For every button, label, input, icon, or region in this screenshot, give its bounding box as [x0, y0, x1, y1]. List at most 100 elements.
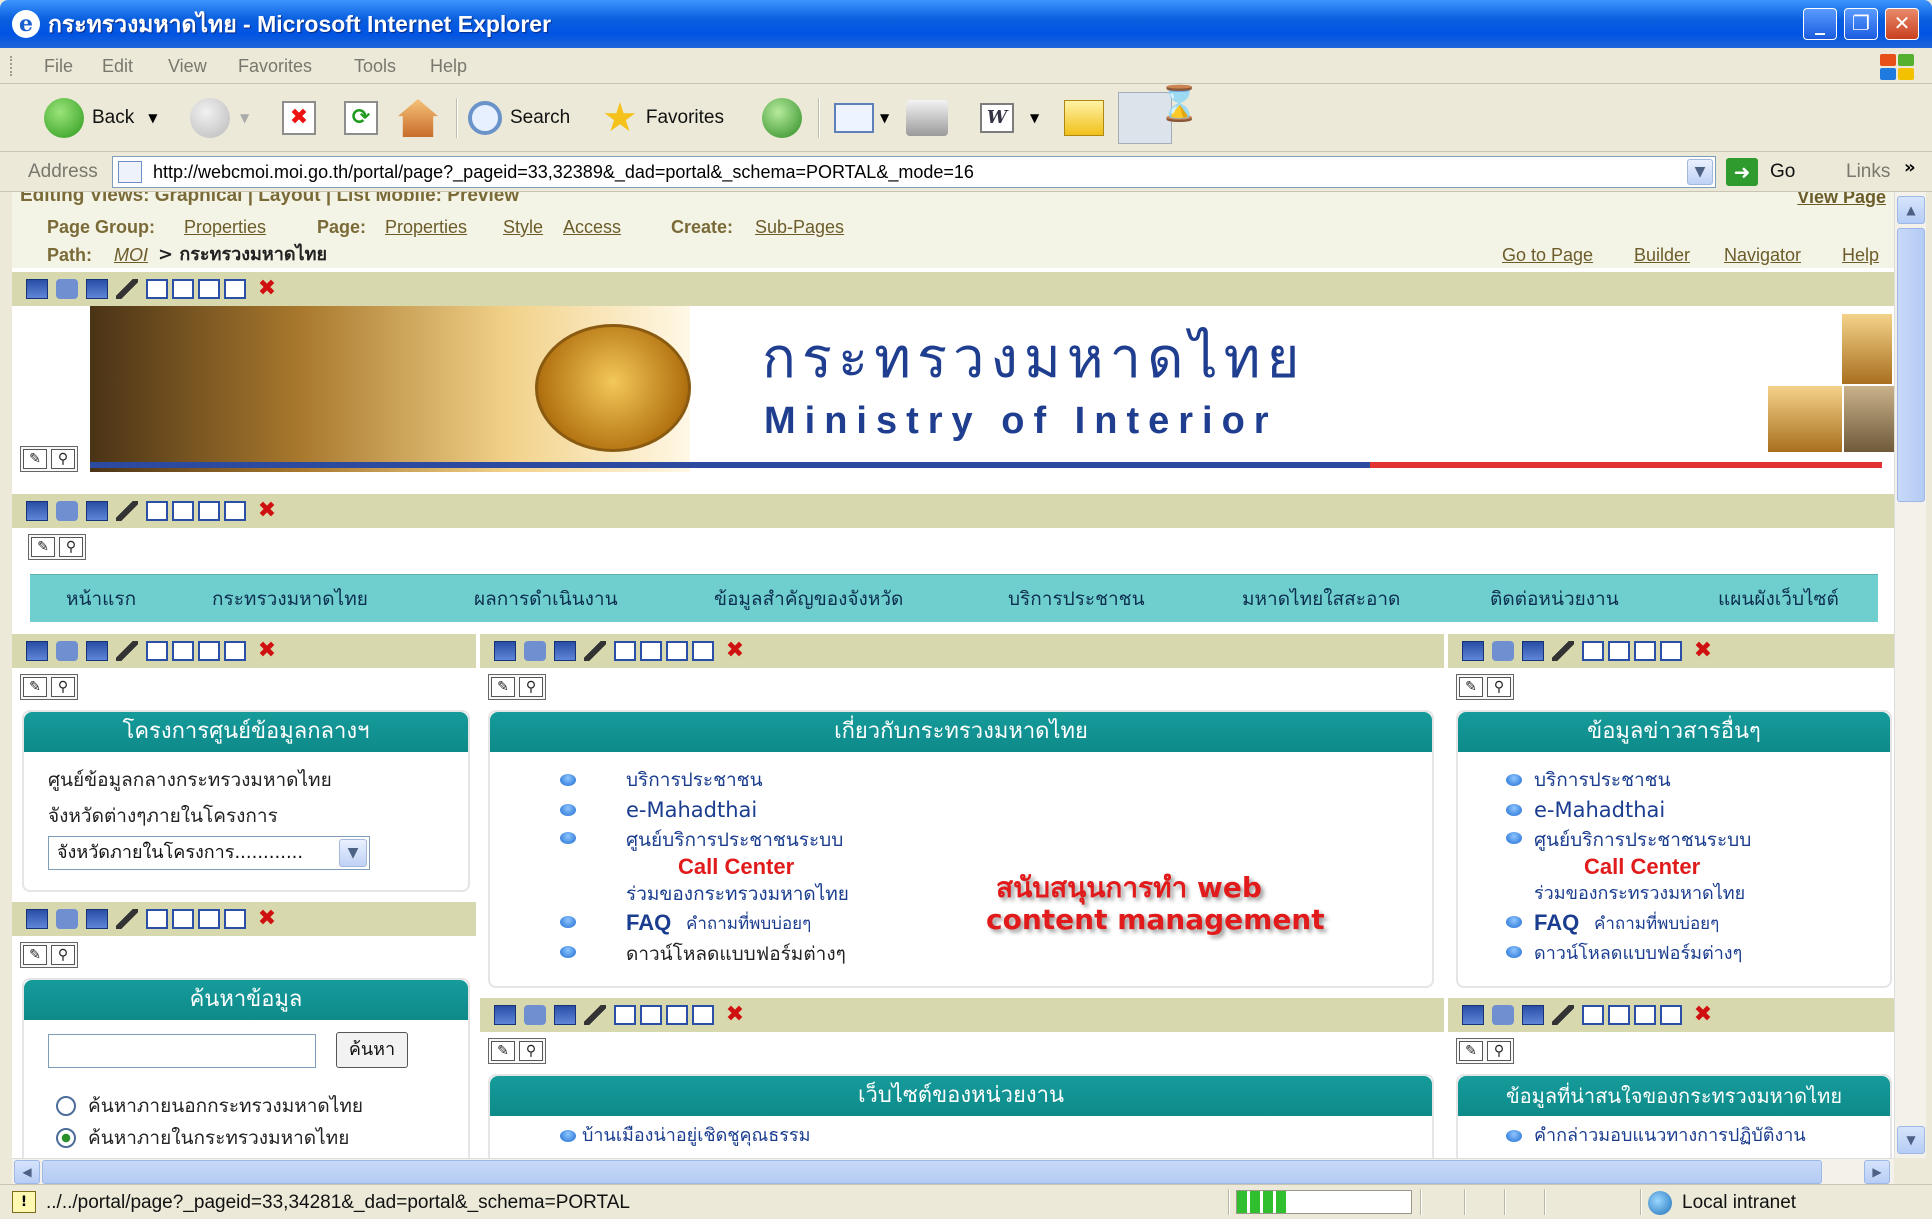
arrange-icon[interactable]: [86, 641, 108, 661]
home-button[interactable]: [398, 96, 438, 140]
discuss-button[interactable]: [1064, 96, 1104, 140]
radio-outside[interactable]: [56, 1096, 76, 1116]
add-region-icon[interactable]: [640, 1005, 662, 1025]
add-portlet-icon[interactable]: [494, 641, 516, 661]
edit-button[interactable]: W ▼: [980, 96, 1039, 140]
edit-link-icons[interactable]: ✎ ⚲: [20, 446, 78, 472]
add-portlet-icon[interactable]: [26, 279, 48, 299]
list-item[interactable]: ดาวน์โหลดแบบฟอร์มต่างๆ: [1534, 942, 1742, 966]
add-region-icon[interactable]: [614, 1005, 636, 1025]
add-region-above-icon[interactable]: [146, 279, 168, 299]
scroll-right-icon[interactable]: ▶: [1864, 1160, 1890, 1184]
search-input[interactable]: [48, 1034, 316, 1068]
menu-edit[interactable]: Edit: [102, 54, 133, 78]
scroll-left-icon[interactable]: ◀: [14, 1160, 40, 1184]
add-portlet-icon[interactable]: [494, 1005, 516, 1025]
add-portlet-icon[interactable]: [1462, 641, 1484, 661]
list-item[interactable]: คำถามที่พบบ่อยๆ: [686, 912, 811, 936]
add-item-icon[interactable]: [56, 641, 78, 661]
add-region-icon[interactable]: [146, 909, 168, 929]
delete-region-icon[interactable]: ✖: [1692, 640, 1714, 662]
add-portlet-icon[interactable]: [26, 641, 48, 661]
call-center-label[interactable]: Call Center: [1584, 854, 1700, 880]
add-region-icon[interactable]: [224, 641, 246, 661]
add-region-right-icon[interactable]: [224, 279, 246, 299]
scroll-thumb[interactable]: [1897, 228, 1925, 502]
back-button[interactable]: Back ▼: [44, 96, 157, 140]
list-item[interactable]: บริการประชาชน: [626, 768, 763, 792]
menu-favorites[interactable]: Favorites: [238, 54, 312, 78]
scroll-down-icon[interactable]: ▼: [1897, 1126, 1925, 1154]
minimize-button[interactable]: _: [1803, 8, 1837, 40]
scroll-up-icon[interactable]: ▲: [1897, 196, 1925, 224]
add-region-below-icon[interactable]: [172, 501, 194, 521]
add-region-icon[interactable]: [666, 641, 688, 661]
add-region-icon[interactable]: [1660, 641, 1682, 661]
edit-link-icons[interactable]: ✎ ⚲: [28, 534, 86, 560]
add-item-icon[interactable]: [524, 1005, 546, 1025]
add-region-icon[interactable]: [172, 641, 194, 661]
list-item[interactable]: บ้านเมืองน่าอยู่เชิดชูคุณธรรม: [582, 1124, 810, 1148]
nav-contact[interactable]: ติดต่อหน่วยงาน: [1490, 587, 1619, 611]
list-item[interactable]: คำกล่าวมอบแนวทางการปฏิบัติงาน: [1534, 1124, 1806, 1148]
chevron-down-icon[interactable]: ▼: [240, 111, 249, 125]
menu-help[interactable]: Help: [430, 54, 467, 78]
add-region-icon[interactable]: [1634, 1005, 1656, 1025]
province-select[interactable]: จังหวัดภายในโครงการ............ ▼: [48, 836, 370, 870]
menu-tools[interactable]: Tools: [354, 54, 396, 78]
edit-link-icons[interactable]: ✎ ⚲: [20, 942, 78, 968]
add-region-icon[interactable]: [172, 909, 194, 929]
add-region-right-icon[interactable]: [224, 501, 246, 521]
edit-icon[interactable]: [584, 1005, 606, 1025]
chevron-down-icon[interactable]: ▼: [880, 111, 889, 125]
add-region-icon[interactable]: [1634, 641, 1656, 661]
list-item[interactable]: บริการประชาชน: [1534, 768, 1671, 792]
call-center-label[interactable]: Call Center: [678, 854, 794, 880]
scroll-thumb[interactable]: [42, 1160, 1822, 1184]
edit-icon[interactable]: [116, 279, 138, 299]
list-item[interactable]: e-Mahadthai: [1534, 798, 1665, 822]
add-region-icon[interactable]: [666, 1005, 688, 1025]
forward-button[interactable]: ▼: [190, 96, 249, 140]
page-properties-link[interactable]: Properties: [385, 216, 467, 238]
search-button[interactable]: ค้นหา: [336, 1032, 408, 1068]
go-to-page-link[interactable]: Go to Page: [1502, 244, 1593, 266]
page-access-link[interactable]: Access: [563, 216, 621, 238]
help-link[interactable]: Help: [1842, 244, 1879, 266]
list-item[interactable]: คำถามที่พบบ่อยๆ: [1594, 912, 1719, 936]
nav-public-service[interactable]: บริการประชาชน: [1008, 587, 1145, 611]
favorites-button[interactable]: ★ Favorites: [602, 96, 724, 140]
restore-button[interactable]: ❐: [1844, 8, 1878, 40]
list-item[interactable]: e-Mahadthai: [626, 798, 757, 822]
view-page-link[interactable]: View Page: [1797, 192, 1886, 208]
delete-region-icon[interactable]: ✖: [256, 500, 278, 522]
nav-province-info[interactable]: ข้อมูลสำคัญของจังหวัด: [714, 587, 903, 611]
list-item[interactable]: ร่วมของกระทรวงมหาดไทย: [626, 882, 849, 906]
chevron-down-icon[interactable]: ▼: [148, 111, 157, 125]
edit-icon[interactable]: [116, 909, 138, 929]
add-region-icon[interactable]: [1582, 641, 1604, 661]
list-item[interactable]: ดาวน์โหลดแบบฟอร์มต่างๆ: [626, 942, 846, 966]
faq-link[interactable]: FAQ: [1534, 910, 1579, 936]
edit-icon[interactable]: [584, 641, 606, 661]
add-portlet-icon[interactable]: [26, 909, 48, 929]
arrange-icon[interactable]: [554, 1005, 576, 1025]
add-portlet-icon[interactable]: [26, 501, 48, 521]
edit-icon[interactable]: [116, 641, 138, 661]
edit-link-icons[interactable]: ✎ ⚲: [488, 1038, 546, 1064]
edit-link-icons[interactable]: ✎ ⚲: [1456, 674, 1514, 700]
address-input[interactable]: http://webcmoi.moi.go.th/portal/page?_pa…: [112, 156, 1716, 188]
edit-link-icons[interactable]: ✎ ⚲: [20, 674, 78, 700]
edit-link-icons[interactable]: ✎ ⚲: [1456, 1038, 1514, 1064]
vertical-scrollbar[interactable]: ▲ ▼: [1894, 192, 1926, 1158]
links-label[interactable]: Links: [1846, 160, 1890, 184]
delete-region-icon[interactable]: ✖: [256, 908, 278, 930]
add-region-icon[interactable]: [1608, 641, 1630, 661]
add-region-icon[interactable]: [640, 641, 662, 661]
menu-file[interactable]: File: [44, 54, 73, 78]
nav-home[interactable]: หน้าแรก: [66, 587, 136, 611]
add-item-icon[interactable]: [56, 909, 78, 929]
path-root-link[interactable]: MOI: [114, 244, 148, 266]
delete-region-icon[interactable]: ✖: [256, 278, 278, 300]
close-button[interactable]: ✕: [1885, 8, 1919, 40]
